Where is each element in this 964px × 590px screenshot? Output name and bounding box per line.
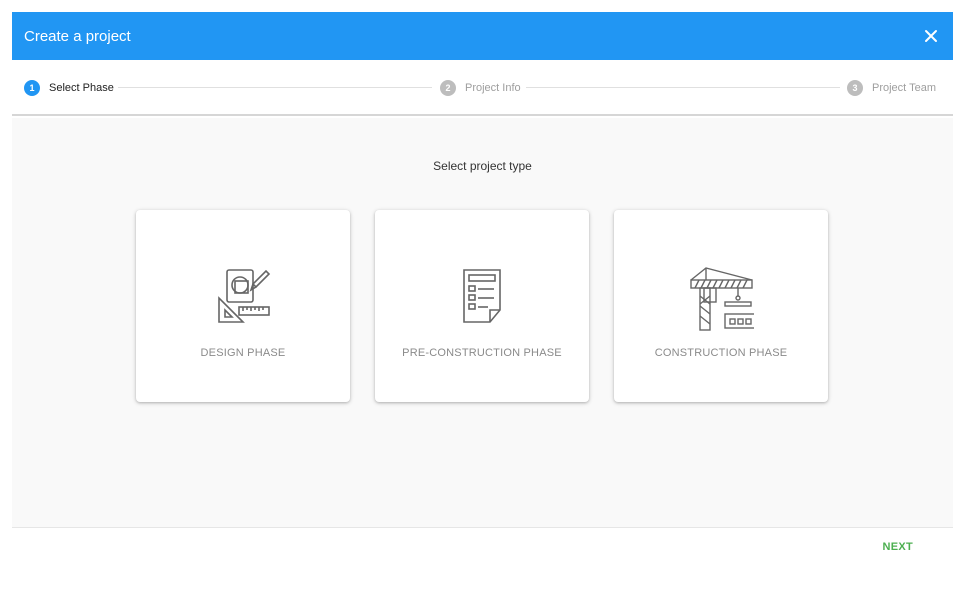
stepper: 1 Select Phase 2 Project Info 3 Project … [12, 60, 953, 116]
step-number: 3 [847, 80, 863, 96]
step-label: Project Team [872, 82, 936, 94]
create-project-dialog: Create a project 1 Select Phase 2 Projec… [12, 12, 953, 564]
next-button[interactable]: NEXT [882, 541, 913, 553]
pre-construction-phase-card[interactable]: PRE-CONSTRUCTION PHASE [375, 210, 589, 402]
dialog-footer: NEXT [12, 527, 953, 564]
close-icon[interactable] [924, 29, 938, 43]
step-connector [526, 87, 840, 88]
content-area: Select project type DESIGN PHASE PRE-CON… [12, 118, 953, 528]
card-label: DESIGN PHASE [200, 347, 286, 359]
design-tools-icon [136, 266, 350, 326]
step-connector [118, 87, 432, 88]
document-checklist-icon [375, 266, 589, 326]
section-subtitle: Select project type [433, 159, 532, 173]
dialog-title: Create a project [24, 27, 131, 45]
step-number: 1 [24, 80, 40, 96]
step-label: Project Info [465, 82, 521, 94]
card-label: PRE-CONSTRUCTION PHASE [402, 347, 562, 359]
step-number: 2 [440, 80, 456, 96]
construction-phase-card[interactable]: CONSTRUCTION PHASE [614, 210, 828, 402]
step-project-team[interactable]: 3 Project Team [847, 80, 936, 96]
crane-icon [614, 266, 828, 332]
card-label: CONSTRUCTION PHASE [654, 347, 788, 359]
design-phase-card[interactable]: DESIGN PHASE [136, 210, 350, 402]
step-label: Select Phase [49, 82, 114, 94]
step-project-info[interactable]: 2 Project Info [440, 80, 521, 96]
dialog-header: Create a project [12, 12, 953, 60]
step-select-phase[interactable]: 1 Select Phase [24, 80, 114, 96]
